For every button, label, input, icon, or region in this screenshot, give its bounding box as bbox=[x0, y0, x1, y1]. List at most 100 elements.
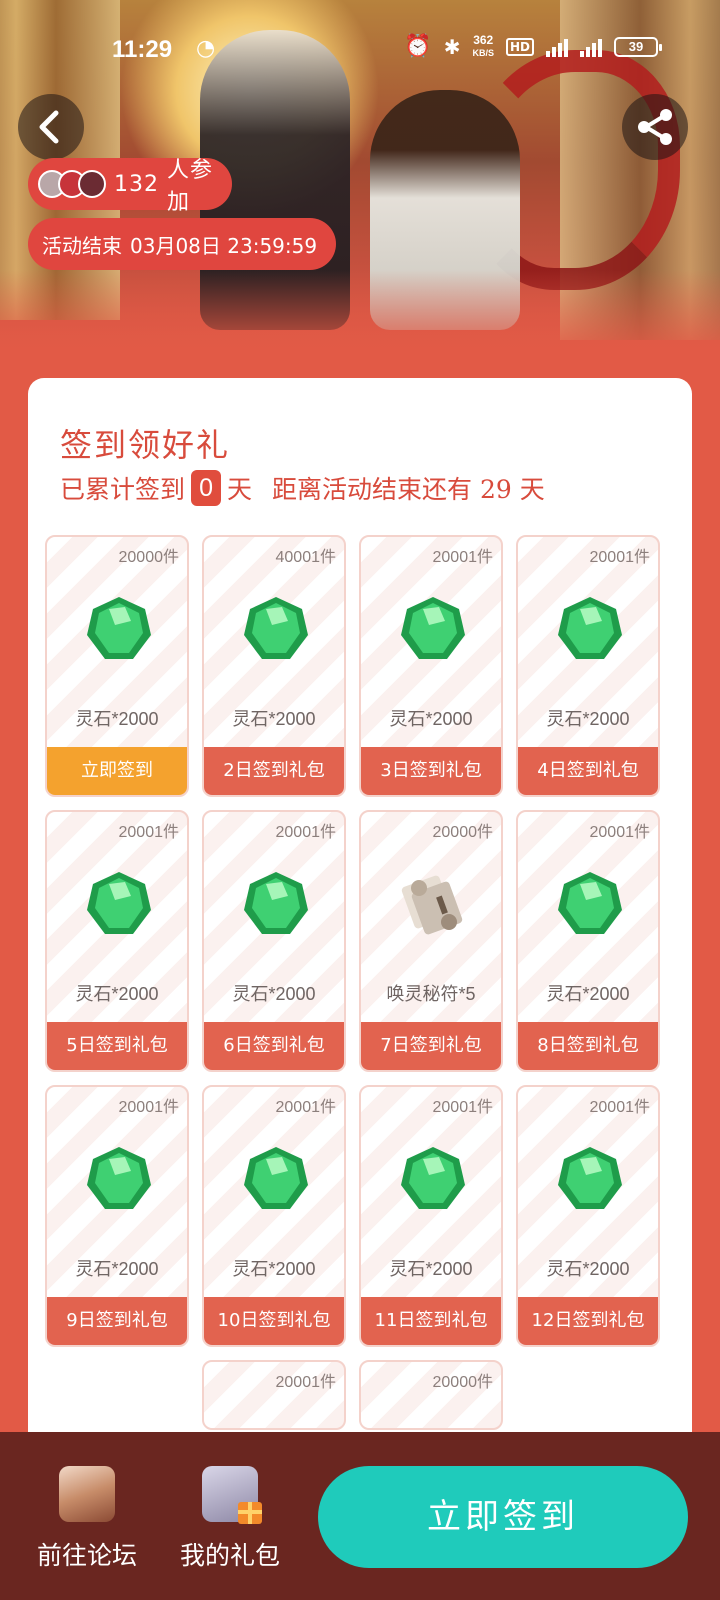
accumulated-days-badge: 0 bbox=[191, 470, 222, 506]
reward-name: 灵石*2000 bbox=[75, 1259, 159, 1279]
battery-icon: 39 bbox=[614, 36, 662, 57]
reward-stock: 20000件 bbox=[432, 1374, 494, 1391]
gift-pack-button[interactable]: 3日签到礼包 bbox=[361, 747, 501, 795]
my-gifts-button[interactable]: 我的礼包 bbox=[170, 1466, 290, 1572]
reward-name: 灵石*2000 bbox=[232, 1259, 316, 1279]
avatar bbox=[78, 170, 106, 198]
green-gem-icon bbox=[85, 595, 153, 663]
reward-tile: 20001件 灵石*2000 3日签到礼包 bbox=[359, 535, 503, 797]
reward-tile: 40001件 灵石*2000 2日签到礼包 bbox=[202, 535, 346, 797]
back-button[interactable] bbox=[18, 94, 84, 160]
reward-stock: 20001件 bbox=[432, 1099, 494, 1116]
reward-tile: 20000件 灵石*2000 立即签到 bbox=[45, 535, 189, 797]
checkin-summary: 已累计签到 0 天 距离活动结束还有 29 天 bbox=[60, 470, 545, 506]
forum-avatar-icon bbox=[59, 1466, 115, 1522]
reward-name: 灵石*2000 bbox=[232, 984, 316, 1004]
hd-badge: HD bbox=[505, 37, 534, 56]
reward-tile: 20000件 唤灵秘符*5 7日签到礼包 bbox=[359, 810, 503, 1072]
reward-grid: 20000件 灵石*2000 立即签到 40001件 灵石*2000 2日签到礼… bbox=[45, 535, 677, 1430]
share-button[interactable] bbox=[622, 94, 688, 160]
green-gem-icon bbox=[399, 1145, 467, 1213]
gifts-label: 我的礼包 bbox=[179, 1541, 280, 1570]
gift-pack-button[interactable]: 4日签到礼包 bbox=[518, 747, 658, 795]
reward-stock: 20001件 bbox=[589, 549, 651, 566]
status-indicators: ⏰ ✱ 362 KB/S HD 39 bbox=[404, 34, 662, 59]
reward-tile: 20001件 灵石*2000 5日签到礼包 bbox=[45, 810, 189, 1072]
bluetooth-icon: ✱ bbox=[443, 34, 461, 59]
gift-pack-button[interactable]: 5日签到礼包 bbox=[47, 1022, 187, 1070]
event-end-time: 03月08日 23:59:59 bbox=[130, 233, 318, 258]
event-end-label: 活动结束 bbox=[42, 233, 122, 258]
reward-name: 灵石*2000 bbox=[389, 1259, 473, 1279]
forum-label: 前往论坛 bbox=[36, 1541, 137, 1570]
gift-pack-button[interactable]: 8日签到礼包 bbox=[518, 1022, 658, 1070]
network-speed: 362 KB/S bbox=[472, 34, 494, 59]
green-gem-icon bbox=[85, 870, 153, 938]
reward-tile: 20000件 bbox=[359, 1360, 503, 1430]
reward-name: 唤灵秘符*5 bbox=[386, 984, 476, 1004]
remaining-days-text: 距离活动结束还有 29 天 bbox=[272, 475, 545, 504]
reward-tile: 20001件 灵石*2000 11日签到礼包 bbox=[359, 1085, 503, 1347]
status-time: 11:29 bbox=[112, 36, 173, 63]
reward-tile: 20001件 灵石*2000 4日签到礼包 bbox=[516, 535, 660, 797]
event-end-pill: 活动结束 03月08日 23:59:59 bbox=[28, 218, 336, 270]
green-gem-icon bbox=[556, 870, 624, 938]
reward-tile: 20001件 灵石*2000 6日签到礼包 bbox=[202, 810, 346, 1072]
reward-name: 灵石*2000 bbox=[389, 709, 473, 729]
status-bar: 11:29 ◔ ⏰ ✱ 362 KB/S HD 39 bbox=[0, 0, 720, 92]
green-gem-icon bbox=[85, 1145, 153, 1213]
gift-icon bbox=[202, 1466, 262, 1524]
reward-stock: 20001件 bbox=[118, 1099, 180, 1116]
reward-tile: 20001件 bbox=[202, 1360, 346, 1430]
share-icon bbox=[638, 109, 672, 145]
network-speed-unit: KB/S bbox=[472, 48, 494, 58]
green-gem-icon bbox=[399, 595, 467, 663]
reward-name: 灵石*2000 bbox=[546, 984, 630, 1004]
go-to-forum-button[interactable]: 前往论坛 bbox=[27, 1466, 147, 1572]
scroll-icon bbox=[399, 870, 467, 938]
reward-stock: 40001件 bbox=[275, 549, 337, 566]
reward-tile: 20001件 灵石*2000 12日签到礼包 bbox=[516, 1085, 660, 1347]
checkin-card: 签到领好礼 已累计签到 0 天 距离活动结束还有 29 天 20000件 灵石*… bbox=[28, 378, 692, 1458]
participants-pill: 132 人参加 bbox=[28, 158, 232, 215]
gift-pack-button[interactable]: 7日签到礼包 bbox=[361, 1022, 501, 1070]
reward-stock: 20000件 bbox=[432, 824, 494, 841]
signal-icon-2 bbox=[580, 37, 602, 57]
gift-pack-button[interactable]: 6日签到礼包 bbox=[204, 1022, 344, 1070]
reward-stock: 20001件 bbox=[118, 824, 180, 841]
green-gem-icon bbox=[242, 595, 310, 663]
reward-tile: 20001件 灵石*2000 9日签到礼包 bbox=[45, 1085, 189, 1347]
alarm-icon: ◔ bbox=[196, 36, 216, 61]
gift-pack-button[interactable]: 9日签到礼包 bbox=[47, 1297, 187, 1345]
signal-icon bbox=[546, 37, 568, 57]
days-unit: 天 bbox=[227, 475, 253, 504]
checkin-now-button[interactable]: 立即签到 bbox=[318, 1466, 688, 1568]
reward-name: 灵石*2000 bbox=[232, 709, 316, 729]
checkin-now-tile-button[interactable]: 立即签到 bbox=[47, 747, 187, 795]
green-gem-icon bbox=[556, 1145, 624, 1213]
reward-stock: 20001件 bbox=[275, 1099, 337, 1116]
reward-stock: 20000件 bbox=[118, 549, 180, 566]
gift-pack-button[interactable]: 2日签到礼包 bbox=[204, 747, 344, 795]
green-gem-icon bbox=[242, 1145, 310, 1213]
gift-pack-button[interactable]: 10日签到礼包 bbox=[204, 1297, 344, 1345]
reward-stock: 20001件 bbox=[275, 824, 337, 841]
reward-stock: 20001件 bbox=[589, 1099, 651, 1116]
banner-fade bbox=[0, 270, 720, 360]
reward-name: 灵石*2000 bbox=[75, 709, 159, 729]
reward-tile: 20001件 灵石*2000 10日签到礼包 bbox=[202, 1085, 346, 1347]
alarm-clock-icon: ⏰ bbox=[404, 34, 432, 59]
reward-name: 灵石*2000 bbox=[546, 709, 630, 729]
reward-name: 灵石*2000 bbox=[546, 1259, 630, 1279]
checkin-title: 签到领好礼 bbox=[60, 426, 231, 464]
network-speed-value: 362 bbox=[473, 33, 494, 47]
green-gem-icon bbox=[556, 595, 624, 663]
chevron-left-icon bbox=[39, 110, 59, 144]
reward-stock: 20001件 bbox=[432, 549, 494, 566]
reward-stock: 20001件 bbox=[275, 1374, 337, 1391]
gift-pack-button[interactable]: 11日签到礼包 bbox=[361, 1297, 501, 1345]
participants-suffix: 人参加 bbox=[167, 158, 214, 215]
reward-stock: 20001件 bbox=[589, 824, 651, 841]
gift-pack-button[interactable]: 12日签到礼包 bbox=[518, 1297, 658, 1345]
accumulated-label: 已累计签到 bbox=[60, 475, 186, 504]
